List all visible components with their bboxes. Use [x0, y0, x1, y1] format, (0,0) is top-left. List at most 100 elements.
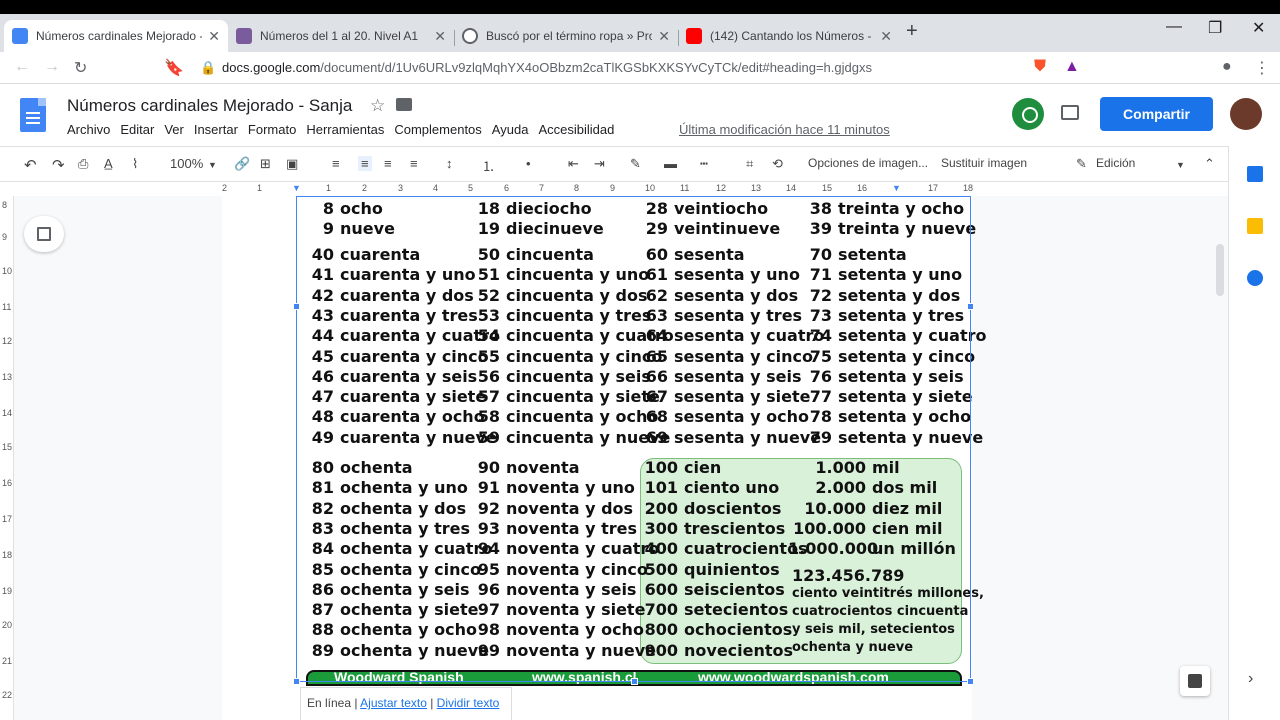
inline-option[interactable]: En línea [307, 696, 351, 710]
menu-complementos[interactable]: Complementos [394, 122, 481, 137]
meet-icon[interactable] [1012, 98, 1044, 130]
collapse-menu-icon[interactable]: ⌃ [1204, 156, 1215, 172]
ruler-tick: 2 [222, 183, 228, 193]
restore-icon[interactable]: ❐ [1208, 18, 1222, 38]
scrollbar-thumb[interactable] [1216, 244, 1224, 296]
tab-close-icon[interactable]: ✕ [434, 28, 446, 45]
ruler-tick: 21 [2, 656, 13, 666]
vertical-ruler[interactable]: 8 9 10 11 12 13 14 15 16 17 18 19 20 21 … [0, 196, 14, 720]
ruler-tick: 19 [2, 586, 13, 596]
print-icon[interactable]: ⎙ [78, 156, 88, 172]
reload-icon[interactable]: ↻ [74, 58, 87, 78]
line-spacing-icon[interactable]: ↕ [446, 156, 453, 171]
chevron-down-icon[interactable]: ▼ [1176, 160, 1185, 170]
menu-editar[interactable]: Editar [120, 122, 154, 137]
avatar[interactable] [1230, 98, 1262, 130]
docs-logo-icon[interactable] [20, 98, 46, 132]
resize-handle[interactable] [631, 678, 638, 685]
paint-format-icon[interactable]: ⌇ [132, 156, 138, 172]
url-field[interactable]: docs.google.com/document/d/1Uv6URLv9zlqM… [222, 60, 872, 75]
ruler-tick: 16 [2, 478, 13, 488]
align-center-icon[interactable]: ≡ [358, 156, 372, 171]
menu-formato[interactable]: Formato [248, 122, 296, 137]
crop-icon[interactable]: ⌗ [746, 156, 753, 172]
profile-icon[interactable]: ● [1222, 58, 1232, 76]
menu-accesibilidad[interactable]: Accesibilidad [538, 122, 614, 137]
horizontal-ruler[interactable]: 2 1 ▼ 1 2 3 4 5 6 7 8 9 10 11 12 13 14 1… [222, 182, 973, 196]
menu-insertar[interactable]: Insertar [194, 122, 238, 137]
tab-close-icon[interactable]: ✕ [658, 28, 670, 45]
break-text-option[interactable]: Dividir texto [437, 696, 500, 710]
brave-shield-icon[interactable]: ⛊ [1034, 58, 1046, 76]
star-icon[interactable]: ☆ [370, 96, 385, 116]
ruler-tick: 20 [2, 620, 13, 630]
decrease-indent-icon[interactable]: ⇤ [568, 156, 579, 172]
resize-handle[interactable] [967, 303, 974, 310]
zoom-select[interactable]: 100% [170, 156, 203, 171]
insert-image-icon[interactable]: ▣ [286, 156, 298, 172]
keep-icon[interactable] [1247, 218, 1263, 234]
tab-title: Números cardinales Mejorado - Sa [36, 29, 202, 43]
wrap-text-option[interactable]: Ajustar texto [360, 696, 427, 710]
last-modified-link[interactable]: Última modificación hace 11 minutos [679, 122, 890, 137]
replace-image-button[interactable]: Sustituir imagen [941, 156, 1027, 170]
chevron-right-icon[interactable]: › [1248, 670, 1253, 688]
tab-close-icon[interactable]: ✕ [208, 28, 220, 45]
window-close-icon[interactable]: ✕ [1252, 18, 1265, 38]
browser-menu-icon[interactable]: ⋮ [1254, 58, 1270, 78]
chevron-down-icon[interactable]: ▼ [208, 160, 217, 170]
align-left-icon[interactable]: ≡ [332, 156, 340, 171]
new-tab-button[interactable]: + [906, 20, 918, 43]
ruler-tick: 13 [2, 372, 13, 382]
numbered-list-icon[interactable]: ⒈ [482, 156, 495, 175]
increase-indent-icon[interactable]: ⇥ [594, 156, 605, 172]
resize-handle[interactable] [293, 303, 300, 310]
resize-handle[interactable] [967, 678, 974, 685]
image-wrap-options: En línea | Ajustar texto | Dividir texto [300, 687, 512, 720]
comment-history-icon[interactable] [1061, 105, 1079, 120]
forward-icon[interactable]: → [44, 58, 60, 76]
redo-icon[interactable]: ↷ [52, 156, 65, 174]
rewards-icon[interactable]: ▲ [1064, 58, 1080, 76]
lock-icon[interactable]: 🔒 [200, 60, 216, 76]
pencil-icon[interactable]: ✎ [1076, 156, 1087, 172]
menu-archivo[interactable]: Archivo [67, 122, 110, 137]
side-panel [1228, 146, 1280, 720]
reset-image-icon[interactable]: ⟲ [772, 156, 783, 172]
minimize-icon[interactable]: — [1166, 18, 1182, 36]
explore-button[interactable] [1180, 666, 1210, 696]
justify-icon[interactable]: ≡ [410, 156, 418, 171]
bulleted-list-icon[interactable]: • [526, 156, 531, 171]
back-icon[interactable]: ← [14, 58, 30, 76]
image-selection-box[interactable] [293, 196, 974, 685]
border-dash-icon[interactable]: ┅ [700, 156, 708, 172]
undo-icon[interactable]: ↶ [24, 156, 37, 174]
menu-herramientas[interactable]: Herramientas [306, 122, 384, 137]
menu-ver[interactable]: Ver [164, 122, 184, 137]
bookmark-icon[interactable]: 🔖 [164, 58, 184, 78]
image-options-button[interactable]: Opciones de imagen... [808, 156, 928, 170]
menu-ayuda[interactable]: Ayuda [492, 122, 529, 137]
editing-mode-button[interactable]: Edición [1096, 156, 1135, 170]
browser-tab-active[interactable]: Números cardinales Mejorado - Sa ✕ [4, 20, 228, 52]
document-outline-button[interactable] [24, 216, 64, 252]
border-weight-icon[interactable]: ▬ [664, 156, 677, 171]
ruler-tick: 8 [2, 200, 8, 210]
spellcheck-icon[interactable]: A̲ [104, 156, 113, 171]
browser-tab[interactable]: Números del 1 al 20. Nivel A1 ✕ [228, 20, 454, 52]
resize-handle[interactable] [293, 678, 300, 685]
calendar-icon[interactable] [1247, 166, 1263, 182]
browser-tab[interactable]: Buscó por el término ropa » Profe ✕ [454, 20, 678, 52]
add-comment-icon[interactable]: ⊞ [260, 156, 271, 172]
align-right-icon[interactable]: ≡ [384, 156, 392, 171]
browser-tab[interactable]: (142) Cantando los Números - Can ✕ [678, 20, 900, 52]
folder-icon[interactable] [396, 98, 412, 111]
ruler-tick: 5 [468, 183, 474, 193]
share-button[interactable]: Compartir [1100, 97, 1213, 131]
top-black-bar [0, 0, 1280, 14]
border-color-icon[interactable]: ✎ [630, 156, 641, 172]
link-icon[interactable]: 🔗 [234, 156, 250, 172]
document-title[interactable]: Números cardinales Mejorado - Sanja [67, 96, 352, 116]
tasks-icon[interactable] [1247, 270, 1263, 286]
tab-close-icon[interactable]: ✕ [880, 28, 892, 45]
